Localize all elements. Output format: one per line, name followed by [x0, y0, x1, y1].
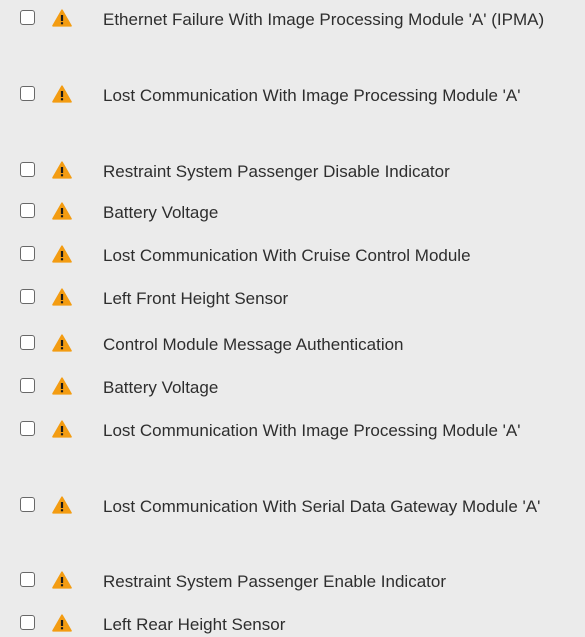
issue-label: Left Front Height Sensor: [103, 289, 289, 308]
issue-checkbox[interactable]: [20, 615, 35, 630]
warning-icon: [52, 202, 72, 220]
warning-icon: [52, 614, 72, 632]
issue-label: Control Module Message Authentication: [103, 335, 404, 354]
issue-checkbox[interactable]: [20, 421, 35, 436]
issue-checkbox[interactable]: [20, 162, 35, 177]
warning-icon: [52, 288, 72, 306]
issue-label: Lost Communication With Cruise Control M…: [103, 246, 471, 265]
issue-label: Lost Communication With Image Processing…: [103, 421, 521, 440]
issue-checkbox[interactable]: [20, 497, 35, 512]
issue-label: Battery Voltage: [103, 203, 219, 222]
issue-checkbox[interactable]: [20, 335, 35, 350]
issue-checkbox[interactable]: [20, 246, 35, 261]
issue-label: Restraint System Passenger Enable Indica…: [103, 572, 447, 591]
warning-icon: [52, 161, 72, 179]
warning-icon: [52, 334, 72, 352]
issue-label: Battery Voltage: [103, 378, 219, 397]
warning-icon: [52, 245, 72, 263]
issue-checkbox[interactable]: [20, 203, 35, 218]
issue-checkbox[interactable]: [20, 572, 35, 587]
issue-checkbox[interactable]: [20, 86, 35, 101]
issue-label: Left Rear Height Sensor: [103, 615, 286, 634]
warning-icon: [52, 85, 72, 103]
warning-icon: [52, 377, 72, 395]
issue-list: Ethernet Failure With Image Processing M…: [0, 0, 585, 637]
warning-icon: [52, 9, 72, 27]
issue-label: Lost Communication With Image Processing…: [103, 86, 521, 105]
issue-checkbox[interactable]: [20, 378, 35, 393]
warning-icon: [52, 496, 72, 514]
warning-icon: [52, 420, 72, 438]
issue-label: Ethernet Failure With Image Processing M…: [103, 10, 545, 29]
warning-icon: [52, 571, 72, 589]
issue-label: Restraint System Passenger Disable Indic…: [103, 162, 450, 181]
issue-checkbox[interactable]: [20, 289, 35, 304]
issue-checkbox[interactable]: [20, 10, 35, 25]
issue-label: Lost Communication With Serial Data Gate…: [103, 497, 541, 516]
